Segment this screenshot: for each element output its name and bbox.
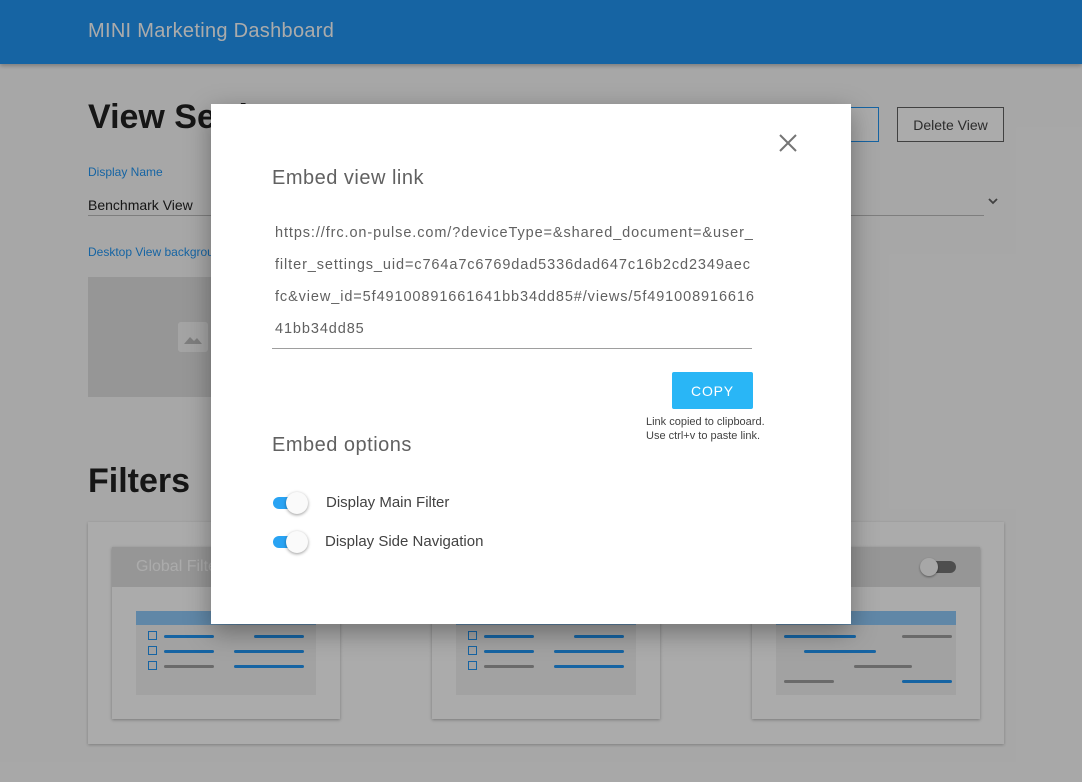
embed-options-title: Embed options [272, 434, 412, 456]
display-side-navigation-label: Display Side Navigation [325, 533, 484, 550]
display-side-navigation-toggle[interactable] [272, 531, 308, 553]
dialog-title: Embed view link [272, 167, 425, 189]
copy-status-line2: Use ctrl+v to paste link. [646, 430, 761, 442]
display-main-filter-toggle[interactable] [272, 492, 308, 514]
copy-button[interactable]: COPY [672, 372, 753, 409]
display-main-filter-label: Display Main Filter [326, 494, 450, 511]
close-icon[interactable] [776, 131, 800, 155]
copy-status-message: Link copied to clipboard. Use ctrl+v to … [646, 415, 765, 443]
embed-view-dialog: Embed view link https://frc.on-pulse.com… [211, 104, 851, 624]
embed-link-underline [272, 348, 752, 349]
copy-status-line1: Link copied to clipboard. [646, 416, 765, 428]
embed-link-field[interactable]: https://frc.on-pulse.com/?deviceType=&sh… [275, 217, 755, 345]
